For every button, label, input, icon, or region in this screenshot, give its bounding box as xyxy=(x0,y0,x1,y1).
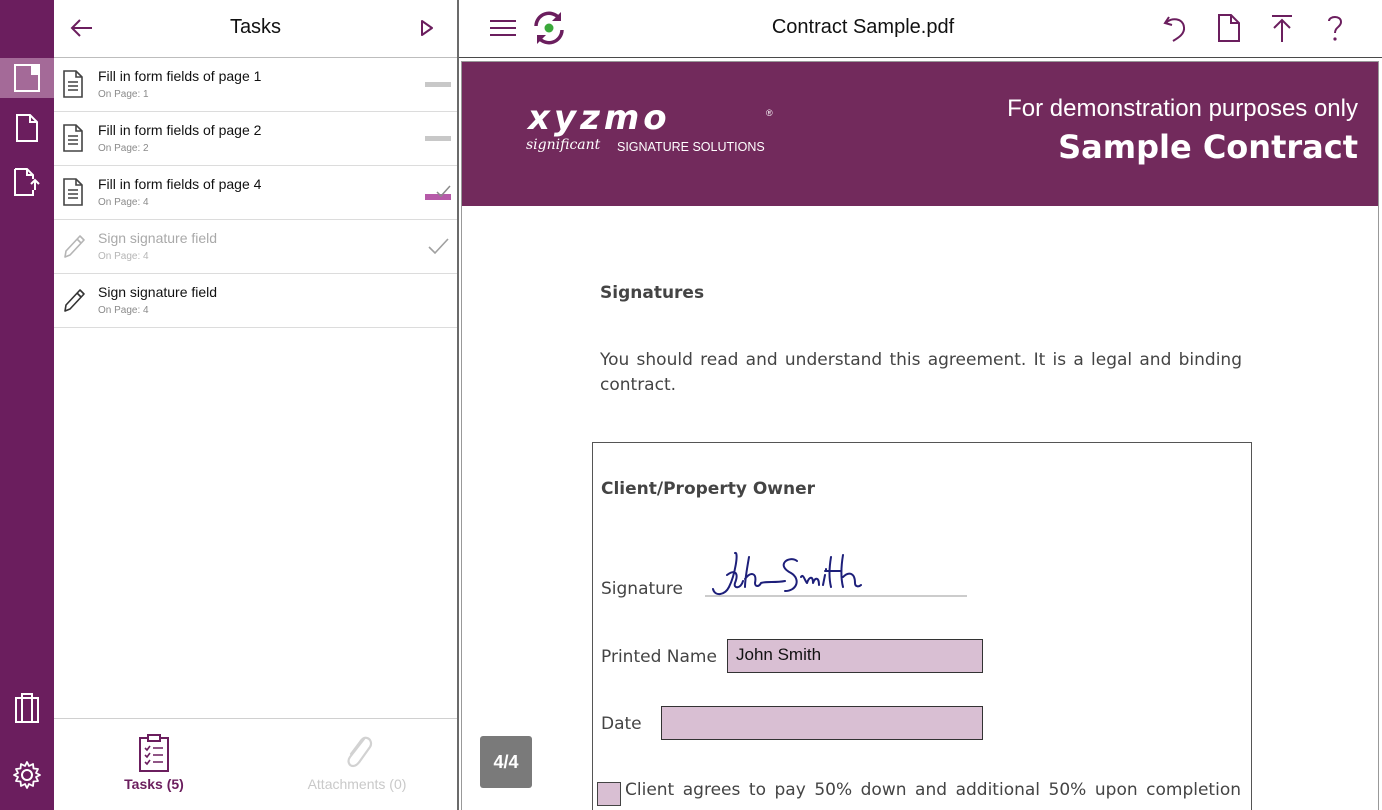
undo-icon xyxy=(1163,16,1186,42)
export-document-icon xyxy=(14,168,40,196)
task-item[interactable]: Fill in form fields of page 4 On Page: 4 xyxy=(54,166,457,220)
rail-document-view-button[interactable] xyxy=(0,58,54,98)
rail-page-button[interactable] xyxy=(0,108,54,148)
task-item[interactable]: Sign signature field On Page: 4 xyxy=(54,274,457,328)
tasks-header: Tasks xyxy=(54,0,457,58)
contract-banner: xyzmo ® significant SIGNATURE SOLUTIONS … xyxy=(462,62,1378,206)
tasks-title: Tasks xyxy=(229,16,282,38)
date-label: Date xyxy=(601,714,642,734)
clipboard-icon xyxy=(15,693,39,723)
task-page: On Page: 4 xyxy=(98,305,149,316)
owner-section-title: Client/Property Owner xyxy=(601,479,816,499)
task-page: On Page: 4 xyxy=(98,251,149,262)
tab-attachments-label: Attachments (0) xyxy=(307,776,407,792)
form-document-icon xyxy=(63,124,83,152)
document-icon xyxy=(1218,14,1240,42)
payment-terms-text: Client agrees to pay 50% down and additi… xyxy=(625,780,1241,800)
task-name: Sign signature field xyxy=(98,230,218,246)
document-info-button[interactable] xyxy=(1209,8,1249,48)
form-document-icon xyxy=(63,178,83,206)
upload-button[interactable] xyxy=(1262,8,1302,48)
task-page: On Page: 2 xyxy=(98,143,149,154)
xyzmo-logo: xyzmo xyxy=(528,98,671,138)
task-item[interactable]: Fill in form fields of page 1 On Page: 1 xyxy=(54,58,457,112)
signature-label: Signature xyxy=(601,579,684,599)
pencil-icon xyxy=(64,289,85,312)
pdf-page: xyzmo ® significant SIGNATURE SOLUTIONS … xyxy=(461,61,1379,810)
document-title: Contract Sample.pdf xyxy=(771,16,955,38)
signature-field[interactable] xyxy=(705,547,967,605)
rail-export-button[interactable] xyxy=(0,162,54,202)
checkmark-icon xyxy=(428,238,449,255)
tab-tasks[interactable]: Tasks (5) xyxy=(54,719,254,810)
date-field[interactable] xyxy=(661,706,983,740)
gear-icon xyxy=(13,761,41,789)
active-check-dash-icon xyxy=(425,185,451,200)
help-button[interactable] xyxy=(1315,8,1355,48)
logo-tagline-caps: SIGNATURE SOLUTIONS xyxy=(617,140,765,154)
task-list-clipboard-icon xyxy=(139,734,169,772)
document-area: Contract Sample.pdf xyzmo ® significant … xyxy=(459,0,1382,810)
task-item[interactable]: Fill in form fields of page 2 On Page: 2 xyxy=(54,112,457,166)
agreement-paragraph: You should read and understand this agre… xyxy=(600,350,1242,395)
task-item[interactable]: Sign signature field On Page: 4 xyxy=(54,220,457,274)
pdf-viewer[interactable]: xyzmo ® significant SIGNATURE SOLUTIONS … xyxy=(459,59,1382,810)
document-view-icon xyxy=(14,64,40,92)
task-name: Sign signature field xyxy=(98,284,218,300)
arrow-left-icon xyxy=(70,19,92,37)
task-name: Fill in form fields of page 2 xyxy=(98,122,262,138)
pencil-icon xyxy=(64,235,85,258)
payment-terms-checkbox[interactable] xyxy=(597,782,621,806)
owner-signature-box: Client/Property Owner Signature Printed … xyxy=(592,442,1252,810)
demo-note: For demonstration purposes only xyxy=(1007,95,1358,122)
task-page: On Page: 1 xyxy=(98,89,149,100)
left-rail xyxy=(0,0,54,810)
sync-button[interactable] xyxy=(529,8,569,48)
logo-tagline-script: significant xyxy=(526,137,601,153)
tasks-panel: Tasks Fill in form fields of page 1 On P… xyxy=(54,0,457,810)
task-name: Fill in form fields of page 1 xyxy=(98,68,262,84)
tab-tasks-label: Tasks (5) xyxy=(124,776,184,792)
printed-name-label: Printed Name xyxy=(601,647,717,667)
task-name: Fill in form fields of page 4 xyxy=(98,176,262,192)
pending-dash-icon xyxy=(425,136,451,141)
paperclip-icon xyxy=(347,736,373,768)
contract-title: Sample Contract xyxy=(1058,128,1358,166)
next-task-button[interactable] xyxy=(411,12,443,44)
back-button[interactable] xyxy=(66,12,98,44)
document-toolbar: Contract Sample.pdf xyxy=(459,0,1382,58)
task-list: Fill in form fields of page 1 On Page: 1… xyxy=(54,58,457,328)
task-page: On Page: 4 xyxy=(98,197,149,208)
sync-icon xyxy=(534,11,564,45)
printed-name-field[interactable]: John Smith xyxy=(727,639,983,673)
tab-attachments[interactable]: Attachments (0) xyxy=(257,719,457,810)
undo-button[interactable] xyxy=(1155,8,1195,48)
upload-arrow-icon xyxy=(1272,15,1292,42)
tasks-footer: Tasks (5) Attachments (0) xyxy=(54,718,457,810)
signatures-heading: Signatures xyxy=(600,283,705,303)
pending-dash-icon xyxy=(425,82,451,87)
menu-button[interactable] xyxy=(483,8,523,48)
logo-registered-mark: ® xyxy=(766,108,773,118)
rail-settings-button[interactable] xyxy=(0,755,54,795)
handwritten-signature xyxy=(705,551,967,597)
page-icon xyxy=(16,114,38,142)
rail-clipboard-button[interactable] xyxy=(0,688,54,728)
question-mark-icon xyxy=(1328,16,1343,41)
hamburger-menu-icon xyxy=(490,20,516,36)
form-document-icon xyxy=(63,70,83,98)
play-triangle-icon xyxy=(421,20,433,36)
page-indicator: 4/4 xyxy=(480,736,532,788)
